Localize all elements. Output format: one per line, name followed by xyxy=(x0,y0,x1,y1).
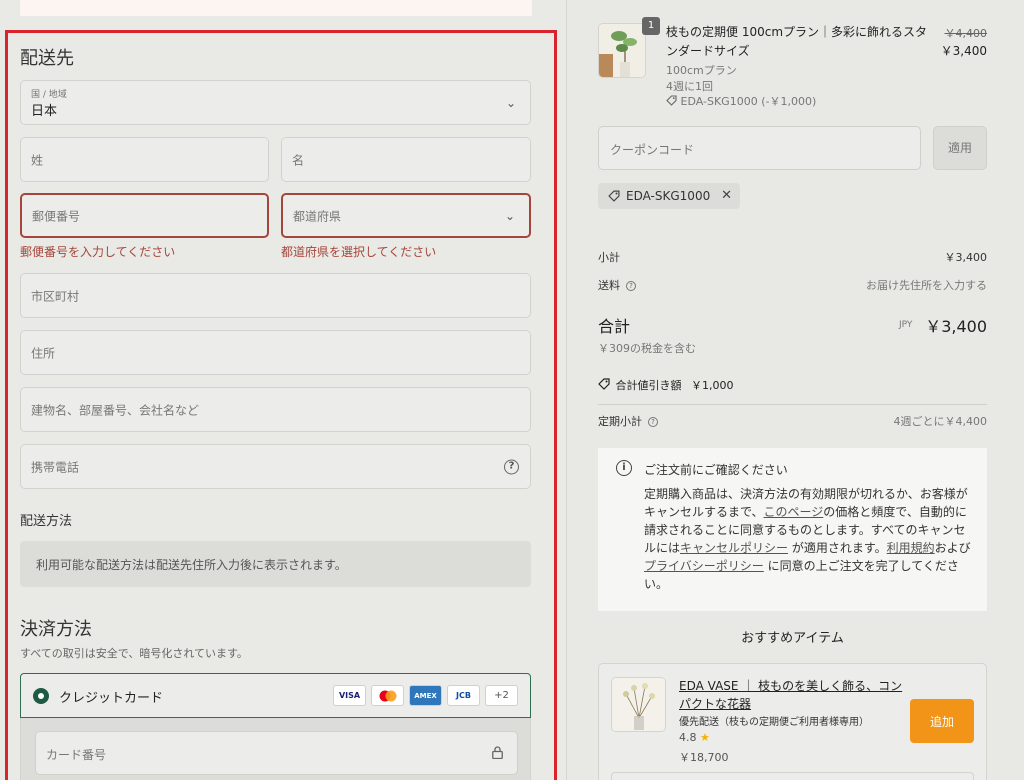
price-original: ￥4,400 xyxy=(944,27,988,40)
discount-label: 合計値引き額 xyxy=(615,379,682,392)
terms-link[interactable]: 利用規約 xyxy=(887,541,935,555)
recurring-subtotal-row: 定期小計? xyxy=(598,413,658,429)
tags-icon xyxy=(598,378,610,390)
product-discount-tag: EDA-SKG1000 (-￥1,000) xyxy=(666,93,816,109)
recommended-thumbnail xyxy=(611,677,666,732)
tag-icon xyxy=(666,95,677,106)
this-page-link[interactable]: このページ xyxy=(764,505,824,519)
confirm-title: ご注文前にご確認ください xyxy=(644,463,788,477)
recurring-subtotal-label: 定期小計 xyxy=(598,415,642,428)
order-confirmation-notice: i ご注文前にご確認ください 定期購入商品は、決済方法の有効期限が切れるか、お客… xyxy=(598,448,987,611)
discount-value: ￥1,000 xyxy=(691,379,734,392)
close-icon[interactable]: ✕ xyxy=(721,188,732,203)
product-name: 枝もの定期便 100cmプラン｜多彩に飾れるスタンダードサイズ xyxy=(666,25,928,58)
apply-coupon-button[interactable]: 適用 xyxy=(933,126,987,170)
shipping-form-panel: 配送先 国 / 地域 日本 ⌄ 姓 名 郵便番号 都道府県 ⌄ 郵便番号を入力し… xyxy=(0,0,566,780)
total-value: ￥3,400 xyxy=(925,317,987,336)
add-item-button[interactable]: 追加 xyxy=(910,699,974,743)
total-discount-row: 合計値引き額 ￥1,000 xyxy=(598,377,734,393)
quantity-badge: 1 xyxy=(642,17,660,35)
tax-note: ￥309の税金を含む xyxy=(598,342,696,355)
confirm-body: 定期購入商品は、決済方法の有効期限が切れるか、お客様がキャンセルするまで、このペ… xyxy=(644,485,974,593)
highlight-frame xyxy=(5,30,557,780)
coupon-placeholder: クーポンコード xyxy=(610,143,695,157)
recurring-subtotal-value: 4週ごとに￥4,400 xyxy=(893,415,988,428)
top-banner-fragment xyxy=(20,0,532,16)
recommended-title: おすすめアイテム xyxy=(741,631,844,646)
coupon-code-field[interactable]: クーポンコード xyxy=(598,126,921,170)
product-frequency: 4週に1回 xyxy=(666,80,713,93)
confirm-text-4: および xyxy=(934,541,971,555)
tag-icon xyxy=(608,190,620,202)
applied-coupon-code: EDA-SKG1000 xyxy=(626,189,711,203)
star-icon: ★ xyxy=(700,731,710,744)
shipping-fee-value: お届け先住所を入力する xyxy=(866,279,987,292)
total-currency: JPY xyxy=(899,320,913,330)
subtotal-value: ￥3,400 xyxy=(944,251,988,264)
shipping-fee-label: 送料 xyxy=(598,279,620,292)
applied-coupon-chip: EDA-SKG1000 ✕ xyxy=(598,183,740,209)
subtotal-label: 小計 xyxy=(598,251,620,264)
recommended-item-shipping: 優先配送（枝もの定期便ご利用者様専用） xyxy=(679,717,869,728)
info-icon: i xyxy=(616,460,632,476)
cancel-policy-link[interactable]: キャンセルポリシー xyxy=(680,541,788,555)
help-icon[interactable]: ? xyxy=(648,417,658,427)
shipping-fee-row: 送料? xyxy=(598,277,636,293)
divider-line xyxy=(598,404,987,405)
privacy-policy-link[interactable]: プライバシーポリシー xyxy=(644,559,764,573)
recommended-item-price: ￥18,700 xyxy=(679,751,729,764)
recommended-item-name[interactable]: EDA VASE ｜ 枝ものを美しく飾る、コンパクトな花器 xyxy=(679,677,907,713)
recommended-item-rating: 4.8 ★ xyxy=(679,731,710,744)
product-thumbnail xyxy=(598,23,646,78)
rating-value: 4.8 xyxy=(679,731,697,744)
product-discount-text: EDA-SKG1000 (-￥1,000) xyxy=(680,95,817,108)
help-icon[interactable]: ? xyxy=(626,281,636,291)
confirm-text-3: が適用されます。 xyxy=(788,541,887,555)
price-discounted: ￥3,400 xyxy=(940,44,987,58)
recommended-next-item xyxy=(611,772,974,780)
total-label: 合計 xyxy=(598,317,631,336)
product-plan: 100cmプラン xyxy=(666,64,737,77)
